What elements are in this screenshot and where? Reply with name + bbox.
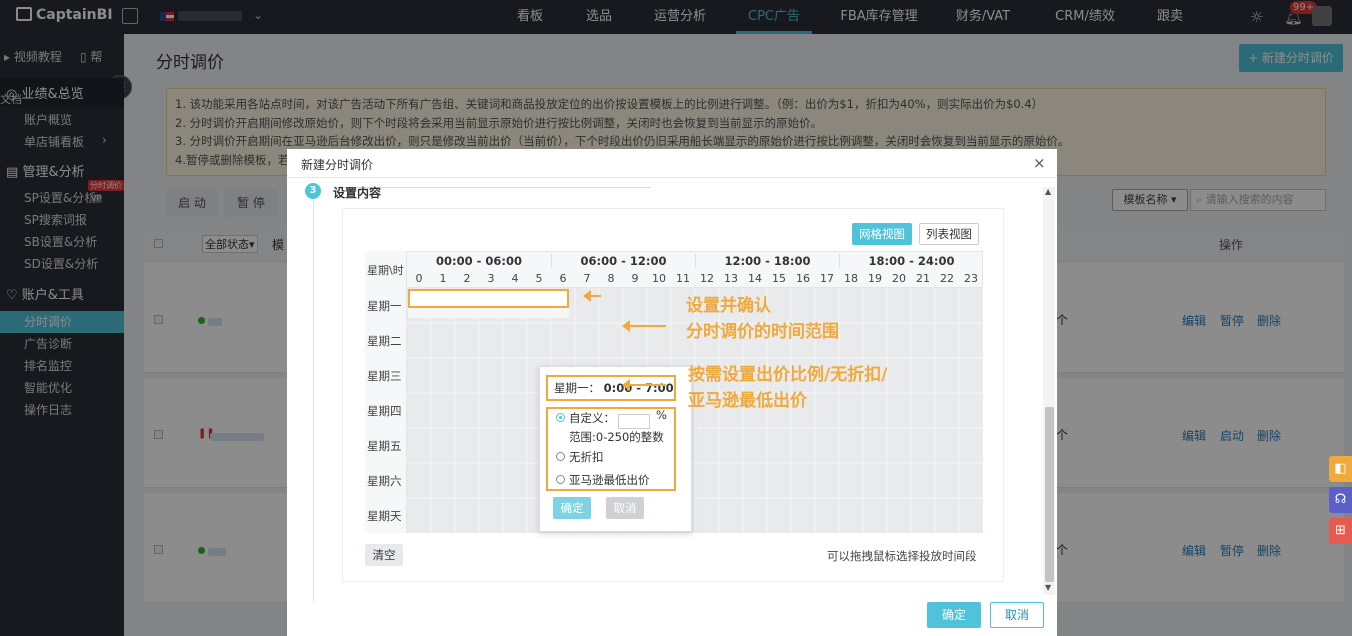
modal-cancel-button[interactable]: 取消 (990, 602, 1044, 628)
amazon-min-bid-label: 亚马逊最低出价 (569, 473, 650, 487)
hour-label: 1 (439, 272, 447, 285)
hour-label: 9 (631, 272, 639, 285)
day-label: 星期六 (367, 474, 402, 488)
hour-label: 19 (868, 272, 882, 285)
popup-confirm-button[interactable]: 确定 (553, 497, 591, 519)
step-divider (335, 187, 651, 188)
hour-label: 21 (916, 272, 930, 285)
custom-label: 自定义： (569, 411, 615, 425)
time-range-header: 18:00 - 24:00 (839, 254, 983, 268)
popup-time-range: 星期一： 0:00 - 7:00 (546, 375, 676, 401)
schedule-card: 网格视图 列表视图 星期\时 00:00 - 06:00 06:00 - 12:0… (342, 208, 1004, 582)
hour-label: 0 (415, 272, 423, 285)
arrow-left-icon (583, 290, 601, 302)
hour-label: 17 (820, 272, 834, 285)
hour-label: 10 (652, 272, 666, 285)
percent-input[interactable] (618, 414, 650, 429)
new-dayparting-modal: 新建分时调价 × 3 设置内容 ▲ ▼ 网格视图 列表视图 星期\时 00:00… (287, 149, 1057, 636)
popup-discount-options: 自定义： % 范围:0-250的整数 无折扣 亚马逊最低出价 (546, 407, 676, 491)
day-label: 星期一 (367, 299, 402, 313)
annotation-line-2: 分时调价的时间范围 (686, 322, 839, 342)
bookmark-icon[interactable]: ◧ (1329, 456, 1352, 482)
step-number: 3 (305, 183, 321, 199)
scrollbar-thumb[interactable] (1045, 407, 1054, 582)
list-view-button[interactable]: 列表视图 (919, 223, 979, 245)
modal-confirm-button[interactable]: 确定 (927, 602, 981, 628)
time-range-header: 00:00 - 06:00 (436, 254, 522, 268)
hour-label: 14 (748, 272, 762, 285)
annotation-line-3: 按需设置出价比例/无折扣/ (688, 365, 888, 385)
time-range-header: 12:00 - 18:00 (695, 254, 839, 268)
hour-label: 6 (559, 272, 567, 285)
day-label: 星期四 (367, 404, 402, 418)
hour-label: 13 (724, 272, 738, 285)
step-label: 设置内容 (333, 186, 382, 200)
scroll-up-icon[interactable]: ▲ (1045, 187, 1051, 196)
hour-label: 22 (940, 272, 954, 285)
hour-label: 3 (487, 272, 495, 285)
day-label: 星期二 (367, 334, 402, 348)
no-discount-label: 无折扣 (569, 450, 604, 464)
hour-label: 23 (964, 272, 978, 285)
hour-label: 15 (772, 272, 786, 285)
hour-label: 7 (583, 272, 591, 285)
clear-button[interactable]: 清空 (365, 544, 403, 566)
hour-label: 5 (535, 272, 543, 285)
discount-popup: 星期一： 0:00 - 7:00 自定义： % 范围:0-250的整数 无折扣 … (539, 366, 692, 532)
annotation-line-4: 亚马逊最低出价 (688, 391, 807, 411)
annotation-line-1: 设置并确认 (686, 296, 771, 316)
arrow-left-icon (622, 379, 666, 391)
hour-label: 8 (607, 272, 615, 285)
percent-sign: % (656, 408, 667, 422)
modal-divider (287, 177, 1057, 178)
corner-label: 星期\时 (367, 264, 404, 277)
grid-view-button[interactable]: 网格视图 (852, 223, 912, 245)
hour-label: 18 (844, 272, 858, 285)
modal-title: 新建分时调价 (301, 158, 374, 172)
headset-icon[interactable]: ☊ (1329, 487, 1352, 513)
modal-scrollbar[interactable]: ▲ ▼ (1043, 187, 1055, 595)
selection-shadow (408, 308, 569, 318)
hour-label: 12 (700, 272, 714, 285)
day-label: 星期三 (367, 369, 402, 383)
no-discount-radio[interactable] (556, 452, 565, 461)
selected-time-range[interactable] (408, 289, 569, 308)
amazon-min-bid-radio[interactable] (556, 475, 565, 484)
range-hint: 范围:0-250的整数 (569, 430, 664, 444)
gift-icon[interactable]: ⊞ (1329, 518, 1352, 544)
day-label: 星期五 (367, 439, 402, 453)
hour-label: 4 (511, 272, 519, 285)
custom-radio[interactable] (556, 413, 565, 422)
hour-label: 16 (796, 272, 810, 285)
close-icon[interactable]: × (1033, 154, 1046, 172)
day-label: 星期天 (367, 509, 402, 523)
popup-day-label: 星期一： (554, 381, 600, 395)
hour-label: 20 (892, 272, 906, 285)
drag-hint: 可以拖拽鼠标选择投放时间段 (827, 549, 977, 563)
step-connector (313, 201, 314, 601)
hour-label: 11 (676, 272, 690, 285)
hour-label: 2 (463, 272, 471, 285)
time-range-header: 06:00 - 12:00 (551, 254, 695, 268)
scroll-down-icon[interactable]: ▼ (1045, 583, 1051, 592)
arrow-left-icon (622, 320, 666, 332)
popup-cancel-button[interactable]: 取消 (606, 497, 644, 519)
